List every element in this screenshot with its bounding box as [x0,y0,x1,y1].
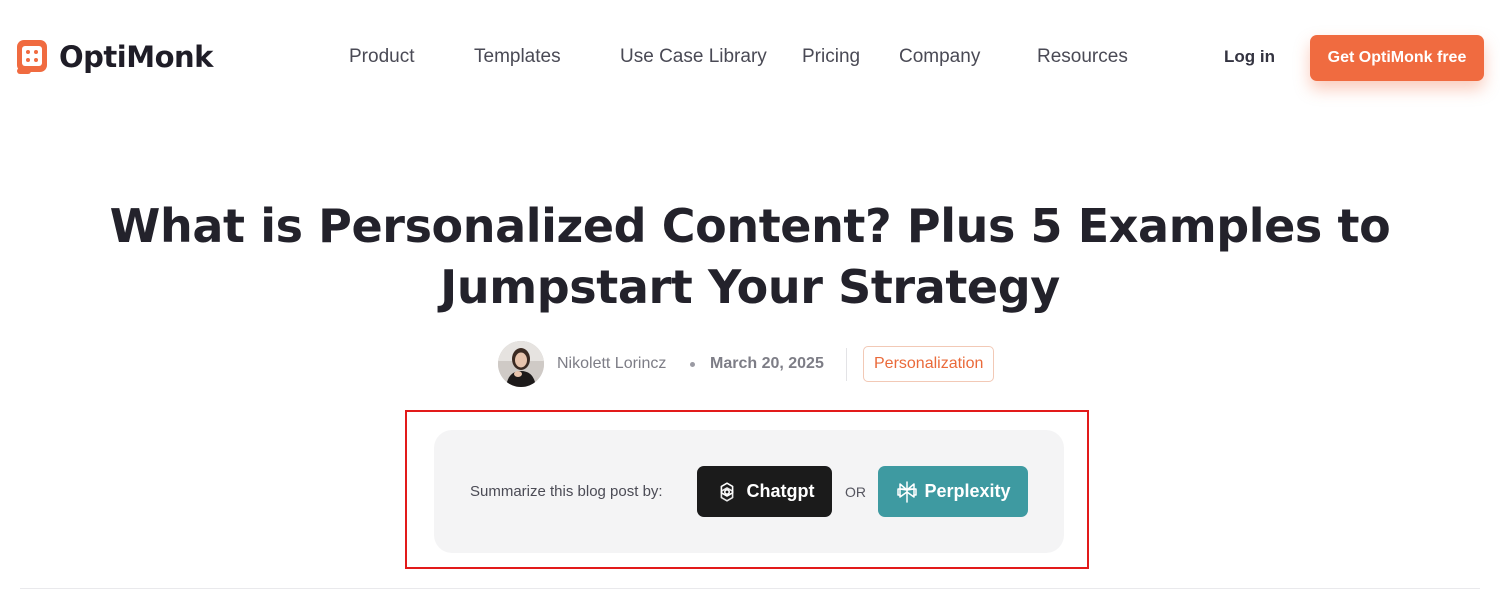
category-tag[interactable]: Personalization [863,346,995,382]
nav-item-pricing[interactable]: Pricing [802,46,860,68]
page-title: What is Personalized Content? Plus 5 Exa… [100,196,1400,318]
nav-item-product[interactable]: Product [349,46,414,68]
logo-text: OptiMonk [59,40,213,74]
meta-divider [846,348,847,381]
highlight-box [405,410,1089,569]
author-avatar [498,341,544,387]
nav-item-use-case-library[interactable]: Use Case Library [620,46,767,68]
page-title-line-2: Jumpstart Your Strategy [440,260,1060,314]
nav-item-company[interactable]: Company [899,46,980,68]
optimonk-logo-icon [14,38,50,76]
logo[interactable]: OptiMonk [14,38,213,76]
publish-date: March 20, 2025 [710,355,824,372]
author-name[interactable]: Nikolett Lorincz [557,355,666,373]
nav-item-templates[interactable]: Templates [474,46,561,68]
nav-item-resources[interactable]: Resources [1037,46,1128,68]
login-link[interactable]: Log in [1224,47,1275,67]
page-title-line-1: What is Personalized Content? Plus 5 Exa… [109,199,1391,253]
get-optimonk-free-button[interactable]: Get OptiMonk free [1310,35,1484,81]
meta-dot-separator [690,362,695,367]
site-header: OptiMonk Product Templates Use Case Libr… [0,0,1500,115]
section-divider [20,588,1480,589]
